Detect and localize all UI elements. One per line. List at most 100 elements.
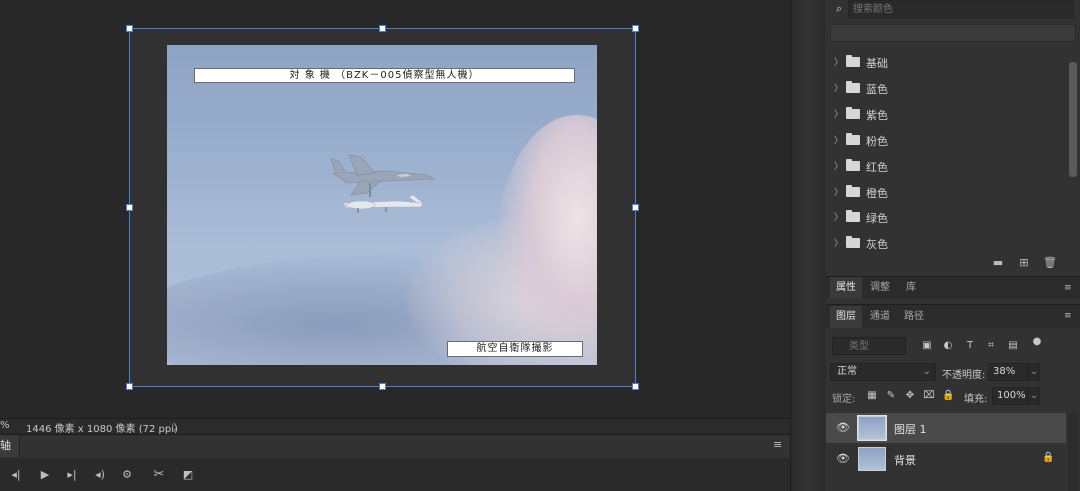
chevron-right-icon[interactable]: 〉 xyxy=(834,210,843,223)
folder-icon xyxy=(846,106,860,119)
properties-menu-icon[interactable]: ≡ xyxy=(1064,283,1074,293)
filter-toggle-icon[interactable]: ● xyxy=(1031,336,1043,348)
canvas-workspace[interactable]: 対 象 機 （BZK－005偵察型無人機） 航空自衛隊撮影 xyxy=(0,0,790,418)
layers-tabbar: 图层 通道 路径 ≡ xyxy=(826,304,1080,328)
tab-libraries[interactable]: 库 xyxy=(898,277,924,299)
fill-field[interactable]: 100% xyxy=(992,387,1028,405)
tab-paths[interactable]: 路径 xyxy=(898,306,930,328)
lock-artboard-icon[interactable]: ⌧ xyxy=(923,390,935,402)
filter-pixel-icon[interactable]: ▣ xyxy=(921,340,933,352)
first-frame-icon[interactable]: ◂| xyxy=(8,467,24,483)
caption-top: 対 象 機 （BZK－005偵察型無人機） xyxy=(194,68,575,83)
lock-pixels-icon[interactable]: ✎ xyxy=(885,390,897,402)
chevron-down-icon: ⌄ xyxy=(922,366,931,377)
lock-label: 锁定: xyxy=(832,394,856,405)
chevron-right-icon[interactable]: 〉 xyxy=(834,185,843,198)
blend-mode-select[interactable]: 正常 ⌄ xyxy=(830,363,936,381)
fill-slider-toggle[interactable]: ⌄ xyxy=(1028,387,1040,405)
layers-menu-icon[interactable]: ≡ xyxy=(1064,311,1074,321)
opacity-slider-toggle[interactable]: ⌄ xyxy=(1028,363,1040,381)
panel-dock-strip xyxy=(790,0,827,491)
layer-name[interactable]: 图层 1 xyxy=(894,421,927,437)
chevron-right-icon[interactable]: 〉 xyxy=(834,81,843,94)
chevron-right-icon[interactable]: 〉 xyxy=(834,55,843,68)
lock-position-icon[interactable]: ✥ xyxy=(904,390,916,402)
tab-adjustments[interactable]: 调整 xyxy=(864,277,896,299)
settings-gear-icon[interactable]: ⚙ xyxy=(119,467,135,483)
swatch-folder[interactable]: 〉 蓝色 xyxy=(826,76,1068,102)
folder-icon xyxy=(846,158,860,171)
caption-bottom: 航空自衛隊撮影 xyxy=(447,341,583,357)
layer-thumbnail xyxy=(857,415,887,441)
chevron-right-icon[interactable]: 〉 xyxy=(834,159,843,172)
new-group-folder-icon[interactable]: ▬ xyxy=(991,256,1005,270)
status-menu-arrow[interactable]: 〉 xyxy=(173,419,183,434)
swatch-folder[interactable]: 〉 橙色 xyxy=(826,180,1068,206)
timeline-menu-icon[interactable]: ≡ xyxy=(773,439,787,451)
folder-icon xyxy=(846,236,860,249)
chevron-right-icon[interactable]: 〉 xyxy=(834,107,843,120)
layers-scrollbar[interactable] xyxy=(1068,412,1078,491)
right-panels: ⌕ 〉基础〉蓝色〉紫色〉粉色〉红色〉橙色〉绿色〉灰色 ▬ ⊞ 🗑 属性 调整 库… xyxy=(826,0,1080,491)
search-icon: ⌕ xyxy=(836,2,843,15)
swatch-folder[interactable]: 〉 红色 xyxy=(826,154,1068,180)
blend-mode-value: 正常 xyxy=(837,366,857,377)
opacity-label: 不透明度: xyxy=(942,370,986,381)
filter-shape-icon[interactable]: ⌗ xyxy=(985,340,997,352)
swatch-folder-label: 紫色 xyxy=(866,108,888,122)
swatch-folder-list: 〉基础〉蓝色〉紫色〉粉色〉红色〉橙色〉绿色〉灰色 xyxy=(826,50,1068,252)
tab-timeline[interactable]: 轴 xyxy=(0,435,20,457)
filter-smart-object-icon[interactable]: ▤ xyxy=(1007,340,1019,352)
swatch-folder-label: 基础 xyxy=(866,57,888,70)
layer-photo[interactable]: 対 象 機 （BZK－005偵察型無人機） 航空自衛隊撮影 xyxy=(167,45,597,365)
chevron-right-icon[interactable]: 〉 xyxy=(834,236,843,249)
zoom-level[interactable]: % xyxy=(0,420,12,431)
play-icon[interactable]: ▶ xyxy=(37,467,53,483)
new-swatch-icon[interactable]: ⊞ xyxy=(1017,256,1031,270)
lock-all-icon[interactable]: 🔒 xyxy=(942,390,954,402)
transition-icon[interactable]: ◩ xyxy=(180,467,196,483)
swatch-folder[interactable]: 〉 紫色 xyxy=(826,102,1068,128)
folder-icon xyxy=(846,55,860,67)
timeline-controls: ◂| ▶ ▸| ◂) ⚙ ✂ ◩ xyxy=(0,458,790,491)
swatch-folder[interactable]: 〉 基础 xyxy=(826,50,1068,76)
lock-transparency-icon[interactable]: ▦ xyxy=(866,390,878,402)
filter-type-icon[interactable]: T xyxy=(964,340,976,352)
visibility-eye-icon[interactable]: 👁 xyxy=(836,453,850,465)
properties-tabbar: 属性 调整 库 ≡ xyxy=(826,276,1080,299)
fill-label: 填充: xyxy=(964,394,988,405)
layer-thumbnail xyxy=(858,447,886,471)
swatches-scrollbar[interactable] xyxy=(1069,62,1077,177)
swatch-folder-label: 蓝色 xyxy=(866,82,888,96)
delete-trash-icon[interactable]: 🗑 xyxy=(1043,256,1057,270)
next-frame-icon[interactable]: ▸| xyxy=(64,467,80,483)
folder-icon xyxy=(846,80,860,93)
layer-row[interactable]: 👁 背景 🔒 xyxy=(826,444,1066,474)
blend-row: 正常 ⌄ 不透明度: 38% ⌄ xyxy=(826,362,1080,384)
document-info: 1446 像素 x 1080 像素 (72 ppi) xyxy=(26,424,178,435)
opacity-field[interactable]: 38% xyxy=(988,363,1028,381)
swatches-search-input[interactable] xyxy=(848,0,1074,18)
visibility-eye-icon[interactable]: 👁 xyxy=(836,422,850,434)
folder-icon xyxy=(846,184,860,197)
folder-icon xyxy=(846,132,860,145)
swatches-search: ⌕ xyxy=(826,0,1080,20)
timeline-panel: 轴 ≡ ◂| ▶ ▸| ◂) ⚙ ✂ ◩ xyxy=(0,434,790,491)
tab-layers[interactable]: 图层 xyxy=(830,306,862,328)
status-bar: % 1446 像素 x 1080 像素 (72 ppi) 〉 xyxy=(0,418,790,435)
folder-icon xyxy=(846,210,860,223)
swatch-folder[interactable]: 〉 绿色 xyxy=(826,205,1068,231)
swatch-folder-label: 绿色 xyxy=(866,212,888,226)
swatch-folder-label: 灰色 xyxy=(866,238,888,252)
split-scissors-icon[interactable]: ✂ xyxy=(151,467,167,483)
audio-icon[interactable]: ◂) xyxy=(92,467,108,483)
chevron-right-icon[interactable]: 〉 xyxy=(834,133,843,146)
filter-adjustment-icon[interactable]: ◐ xyxy=(942,340,954,352)
layer-lock-icon: 🔒 xyxy=(1042,452,1055,463)
layer-filter-kind[interactable] xyxy=(832,337,906,355)
tab-channels[interactable]: 通道 xyxy=(864,306,896,328)
tab-properties[interactable]: 属性 xyxy=(830,277,862,299)
swatch-folder[interactable]: 〉 粉色 xyxy=(826,128,1068,154)
layer-row[interactable]: 👁 图层 1 xyxy=(826,413,1066,443)
layer-name[interactable]: 背景 xyxy=(894,452,916,468)
